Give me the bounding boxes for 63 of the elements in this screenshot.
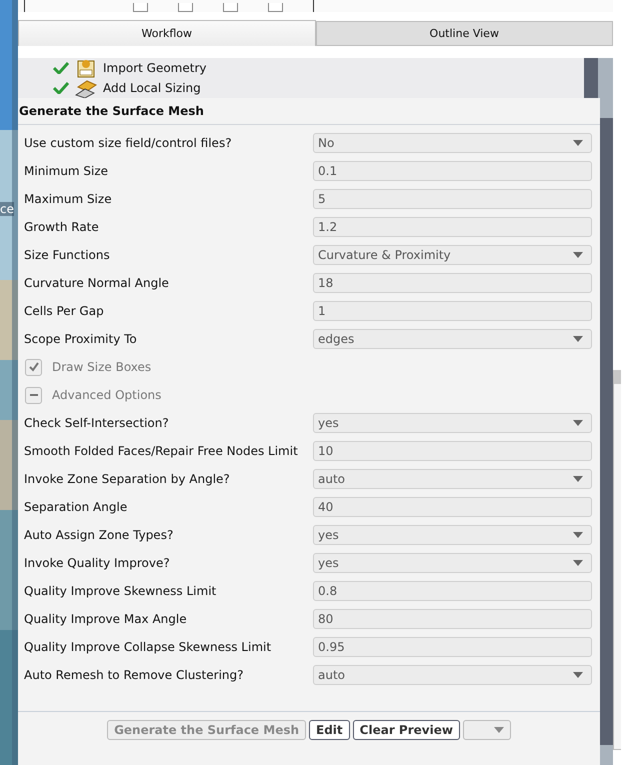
caret-icon — [573, 532, 583, 538]
tab[interactable]: Workflow — [18, 20, 316, 46]
input-field[interactable]: 5 — [313, 189, 592, 209]
field-label: Minimum Size — [24, 164, 110, 178]
field-label: Quality Improve Skewness Limit — [24, 584, 218, 598]
dropdown[interactable]: auto — [313, 665, 592, 685]
toolbar-checkbox[interactable] — [133, 3, 148, 12]
field-label: Cells Per Gap — [24, 304, 105, 318]
tab[interactable]: Outline View — [316, 21, 613, 46]
input-field[interactable]: 40 — [313, 497, 592, 517]
dropdown[interactable]: yes — [313, 553, 592, 573]
field-label: Growth Rate — [24, 220, 100, 234]
toolbar-checkbox[interactable] — [268, 3, 283, 12]
task-title: Generate the Surface Mesh — [18, 98, 600, 125]
dropdown[interactable]: auto — [313, 469, 592, 489]
input-field[interactable]: 0.95 — [313, 637, 592, 657]
desktop-label: ce — [0, 202, 14, 216]
dropdown[interactable]: yes — [313, 525, 592, 545]
field-label: Maximum Size — [24, 192, 113, 206]
action-button[interactable]: Edit — [309, 720, 350, 740]
dropdown[interactable]: yes — [313, 413, 592, 433]
toolbar-checkbox[interactable] — [178, 3, 193, 12]
field-label: Scope Proximity To — [24, 332, 138, 346]
caret-icon — [573, 420, 583, 426]
dropdown[interactable]: Curvature & Proximity — [313, 245, 592, 265]
field-label: Separation Angle — [24, 500, 128, 514]
caret-icon — [494, 727, 504, 733]
checkmark-icon — [28, 361, 40, 373]
caret-icon — [573, 560, 583, 566]
input-field[interactable]: 1.2 — [313, 217, 592, 237]
input-field[interactable]: 0.1 — [313, 161, 592, 181]
caret-icon — [573, 140, 583, 146]
cad-file-icon — [75, 58, 97, 78]
field-label: Use custom size field/control files? — [24, 136, 233, 150]
caret-icon — [573, 672, 583, 678]
input-field[interactable]: 10 — [313, 441, 592, 461]
field-label: Invoke Quality Improve? — [24, 556, 171, 570]
field-label: Quality Improve Max Angle — [24, 612, 188, 626]
field-label: Size Functions — [24, 248, 111, 262]
field-label: Curvature Normal Angle — [24, 276, 170, 290]
input-field[interactable]: 1 — [313, 301, 592, 321]
action-button[interactable]: Clear Preview — [352, 720, 460, 740]
workflow-step[interactable]: Add Local Sizing — [103, 81, 201, 95]
field-label: Auto Assign Zone Types? — [24, 528, 174, 542]
field-label: Quality Improve Collapse Skewness Limit — [24, 640, 272, 654]
toolbar-checkbox[interactable] — [223, 3, 238, 12]
field-label: Check Self-Intersection? — [24, 416, 170, 430]
checkbox-label: Draw Size Boxes — [52, 360, 152, 374]
group-label: Advanced Options — [52, 388, 162, 402]
caret-icon — [573, 476, 583, 482]
dropdown[interactable]: No — [313, 133, 592, 153]
input-field[interactable]: 0.8 — [313, 581, 592, 601]
field-label: Smooth Folded Faces/Repair Free Nodes Limit — [24, 444, 299, 458]
caret-icon — [573, 252, 583, 258]
dropdown[interactable]: edges — [313, 329, 592, 349]
input-field[interactable]: 18 — [313, 273, 592, 293]
field-label: Auto Remesh to Remove Clustering? — [24, 668, 244, 682]
collapse-toggle[interactable] — [25, 386, 42, 404]
input-field[interactable]: 80 — [313, 609, 592, 629]
field-label: Invoke Zone Separation by Angle? — [24, 472, 231, 486]
mesh-grid-icon — [75, 78, 97, 98]
caret-icon — [573, 336, 583, 342]
workflow-step[interactable]: Import Geometry — [103, 61, 206, 75]
